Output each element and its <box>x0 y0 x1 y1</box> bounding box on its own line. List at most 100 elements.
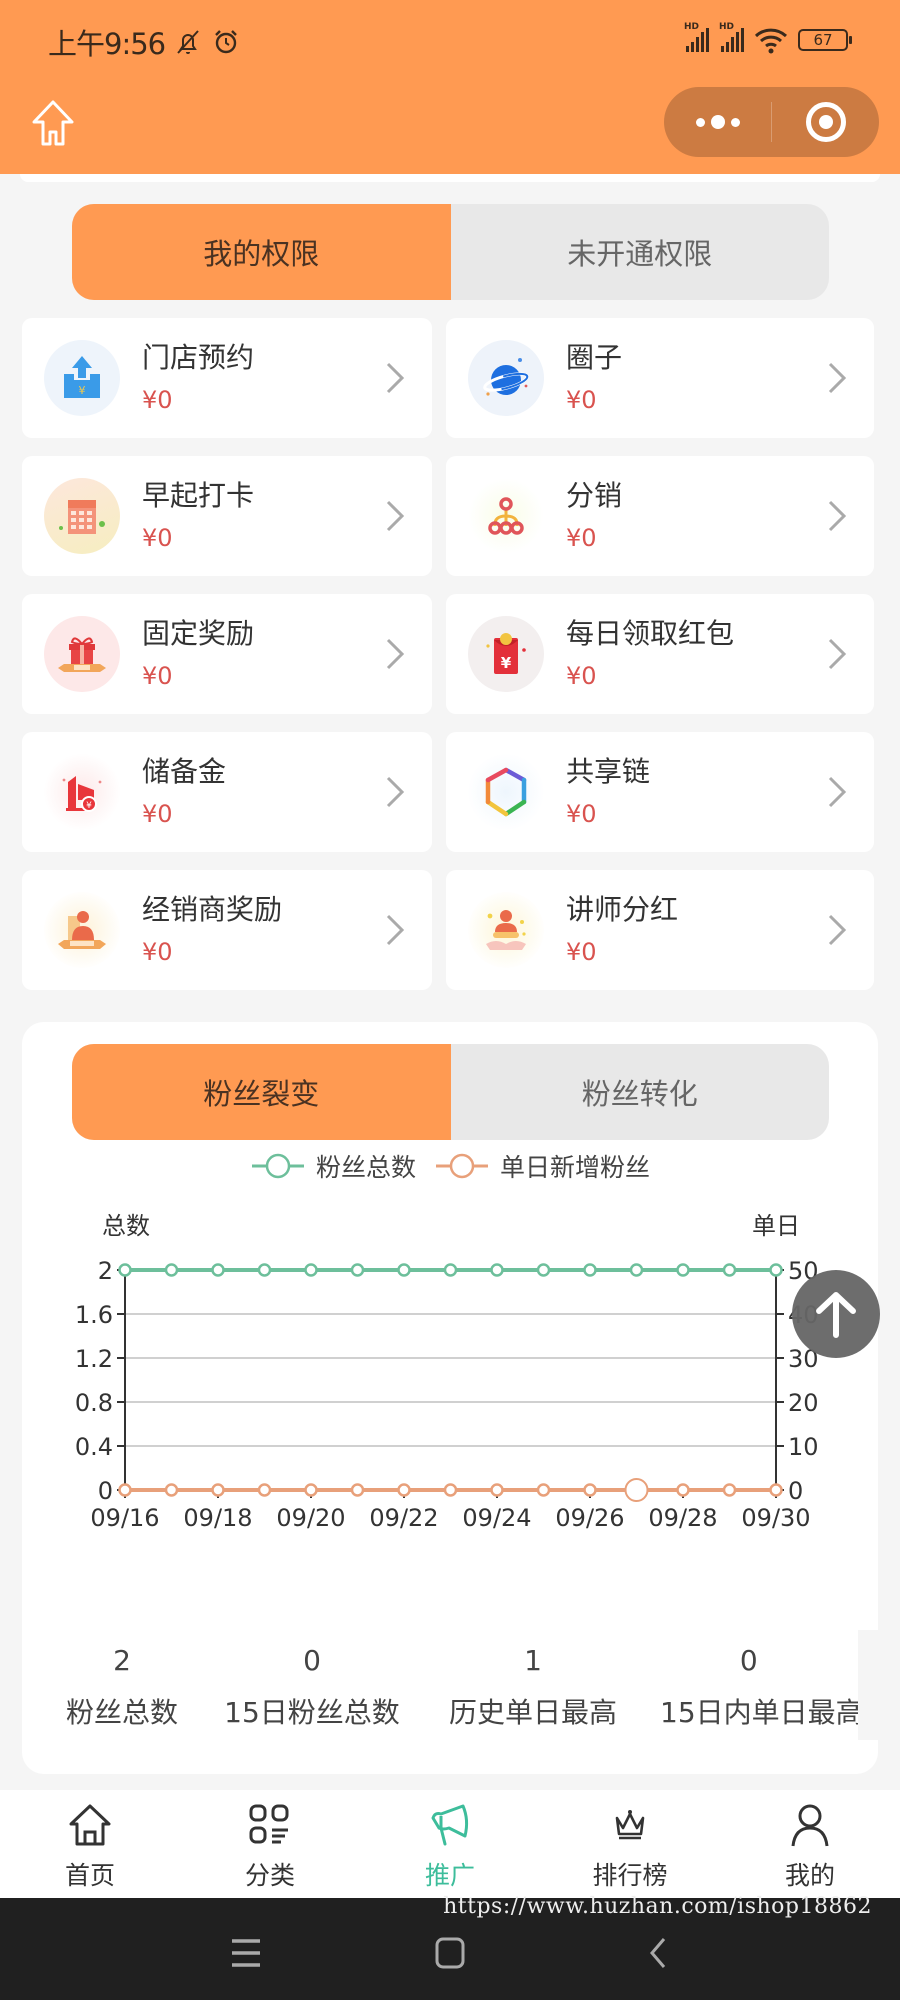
data-point <box>304 1263 318 1277</box>
tab-unopened-permissions[interactable]: 未开通权限 <box>451 204 830 300</box>
tab-fan-fission[interactable]: 粉丝裂变 <box>72 1044 451 1140</box>
dealer-reward-icon <box>44 892 120 968</box>
nav-category[interactable]: 分类 <box>180 1790 360 1898</box>
back-chevron-icon[interactable] <box>640 1935 676 1971</box>
menu-lines-icon[interactable] <box>228 1935 264 1971</box>
card-dealer-reward[interactable]: 经销商奖励 ¥0 <box>22 870 432 990</box>
fans-line-chart: 总数 单日 00.40.81.21.620102030405009/1609/1… <box>75 1212 819 1532</box>
status-bar-right: HD HD 67 <box>684 22 852 54</box>
nav-label: 我的 <box>784 1861 835 1890</box>
chevron-right-icon <box>386 638 405 670</box>
card-amount: ¥0 <box>142 800 173 828</box>
data-point <box>536 1483 551 1497</box>
y-left-tick-label: 2 <box>98 1257 113 1285</box>
card-title: 圈子 <box>566 341 623 374</box>
card-daily-red-envelope[interactable]: ¥ 每日领取红包 ¥0 <box>446 594 874 714</box>
card-title: 固定奖励 <box>142 617 255 650</box>
data-point <box>350 1483 365 1497</box>
permission-tabs: 我的权限 未开通权限 <box>72 204 829 300</box>
calendar-checkin-icon <box>44 478 120 554</box>
y-right-tick-label: 0 <box>788 1477 803 1505</box>
close-miniprogram-button[interactable] <box>772 87 879 157</box>
y-right-tick-label: 10 <box>788 1433 819 1461</box>
legend-label: 粉丝总数 <box>315 1153 416 1182</box>
home-square-icon[interactable] <box>432 1935 468 1971</box>
planet-circle-icon <box>468 340 544 416</box>
data-point <box>769 1263 783 1277</box>
card-amount: ¥0 <box>566 662 597 690</box>
card-early-checkin[interactable]: 早起打卡 ¥0 <box>22 456 432 576</box>
x-tick-label: 09/28 <box>648 1504 717 1532</box>
more-button[interactable] <box>664 87 771 157</box>
data-point <box>211 1263 225 1277</box>
nav-promotion[interactable]: 推广 <box>360 1790 540 1898</box>
card-amount: ¥0 <box>566 800 597 828</box>
card-amount: ¥0 <box>566 938 597 966</box>
card-title: 门店预约 <box>142 341 255 374</box>
header-strip <box>20 174 880 182</box>
permission-card-grid: ¥ 门店预约 ¥0 圈子 ¥0 早起打卡 ¥0 分销 ¥0 固定奖励 ¥0 ¥ … <box>22 318 874 990</box>
data-point <box>164 1483 179 1497</box>
back-to-top-button[interactable] <box>792 1270 880 1358</box>
data-point <box>164 1263 179 1277</box>
card-distribution[interactable]: 分销 ¥0 <box>446 456 874 576</box>
x-tick-label: 09/16 <box>90 1504 159 1532</box>
store-booking-icon: ¥ <box>44 340 120 416</box>
data-point <box>624 1478 649 1502</box>
data-point <box>118 1263 132 1277</box>
arrow-up-icon <box>816 1292 856 1338</box>
card-lecturer-dividend[interactable]: 讲师分红 ¥0 <box>446 870 874 990</box>
data-point <box>629 1263 644 1277</box>
chevron-right-icon <box>386 776 405 808</box>
data-point <box>490 1483 504 1497</box>
svg-text:¥: ¥ <box>501 654 512 672</box>
nav-label: 首页 <box>64 1861 115 1890</box>
data-point <box>443 1263 458 1277</box>
card-store-booking[interactable]: ¥ 门店预约 ¥0 <box>22 318 432 438</box>
alarm-icon <box>215 30 237 54</box>
tab-fan-conversion[interactable]: 粉丝转化 <box>451 1044 830 1140</box>
data-point <box>257 1263 272 1277</box>
miniprogram-capsule <box>664 87 879 157</box>
chevron-right-icon <box>828 776 847 808</box>
distribution-tree-icon <box>468 478 544 554</box>
card-circle[interactable]: 圈子 ¥0 <box>446 318 874 438</box>
y-left-tick-label: 0.4 <box>75 1433 113 1461</box>
signal-2-icon: HD <box>719 22 744 52</box>
chevron-right-icon <box>828 638 847 670</box>
card-title: 讲师分红 <box>566 893 679 926</box>
y-left-tick-label: 0 <box>98 1477 113 1505</box>
data-point <box>676 1483 690 1497</box>
nav-ranking[interactable]: 排行榜 <box>540 1790 720 1898</box>
data-point <box>257 1483 272 1497</box>
card-reserve-fund[interactable]: ¥ 储备金 ¥0 <box>22 732 432 852</box>
signal-1-icon: HD <box>684 22 709 52</box>
nav-mine[interactable]: 我的 <box>720 1790 900 1898</box>
card-title: 共享链 <box>566 755 651 788</box>
reserve-fund-icon: ¥ <box>44 754 120 830</box>
card-fixed-reward[interactable]: 固定奖励 ¥0 <box>22 594 432 714</box>
card-amount: ¥0 <box>142 524 173 552</box>
status-bar-left: 上午9:56 <box>48 22 241 62</box>
card-shared-chain[interactable]: 共享链 ¥0 <box>446 732 874 852</box>
nav-home[interactable]: 首页 <box>0 1790 180 1898</box>
stat-total-fans: 2 粉丝总数 <box>66 1644 178 1731</box>
bottom-nav: 首页 分类 推广 排行榜 我的 <box>0 1790 900 1898</box>
y-left-tick-label: 0.8 <box>75 1389 113 1417</box>
y-right-tick-label: 20 <box>788 1389 819 1417</box>
data-point <box>304 1483 318 1497</box>
y-left-tick-label: 1.2 <box>75 1345 113 1373</box>
legend-item-daily[interactable]: 单日新增粉丝 <box>434 1148 650 1184</box>
nav-label: 分类 <box>244 1861 295 1890</box>
data-point <box>490 1263 504 1277</box>
legend-marker-green-icon <box>251 1153 304 1179</box>
stat-label: 历史单日最高 <box>448 1696 618 1729</box>
tab-my-permissions[interactable]: 我的权限 <box>72 204 451 300</box>
data-point <box>350 1263 365 1277</box>
home-outline-icon[interactable] <box>28 98 78 148</box>
x-tick-label: 09/18 <box>183 1504 252 1532</box>
legend-item-total[interactable]: 粉丝总数 <box>250 1148 416 1184</box>
stat-history-daily-max: 1 历史单日最高 <box>449 1644 617 1731</box>
y-axis-right-title: 单日 <box>752 1212 800 1240</box>
x-tick-label: 09/22 <box>369 1504 438 1532</box>
